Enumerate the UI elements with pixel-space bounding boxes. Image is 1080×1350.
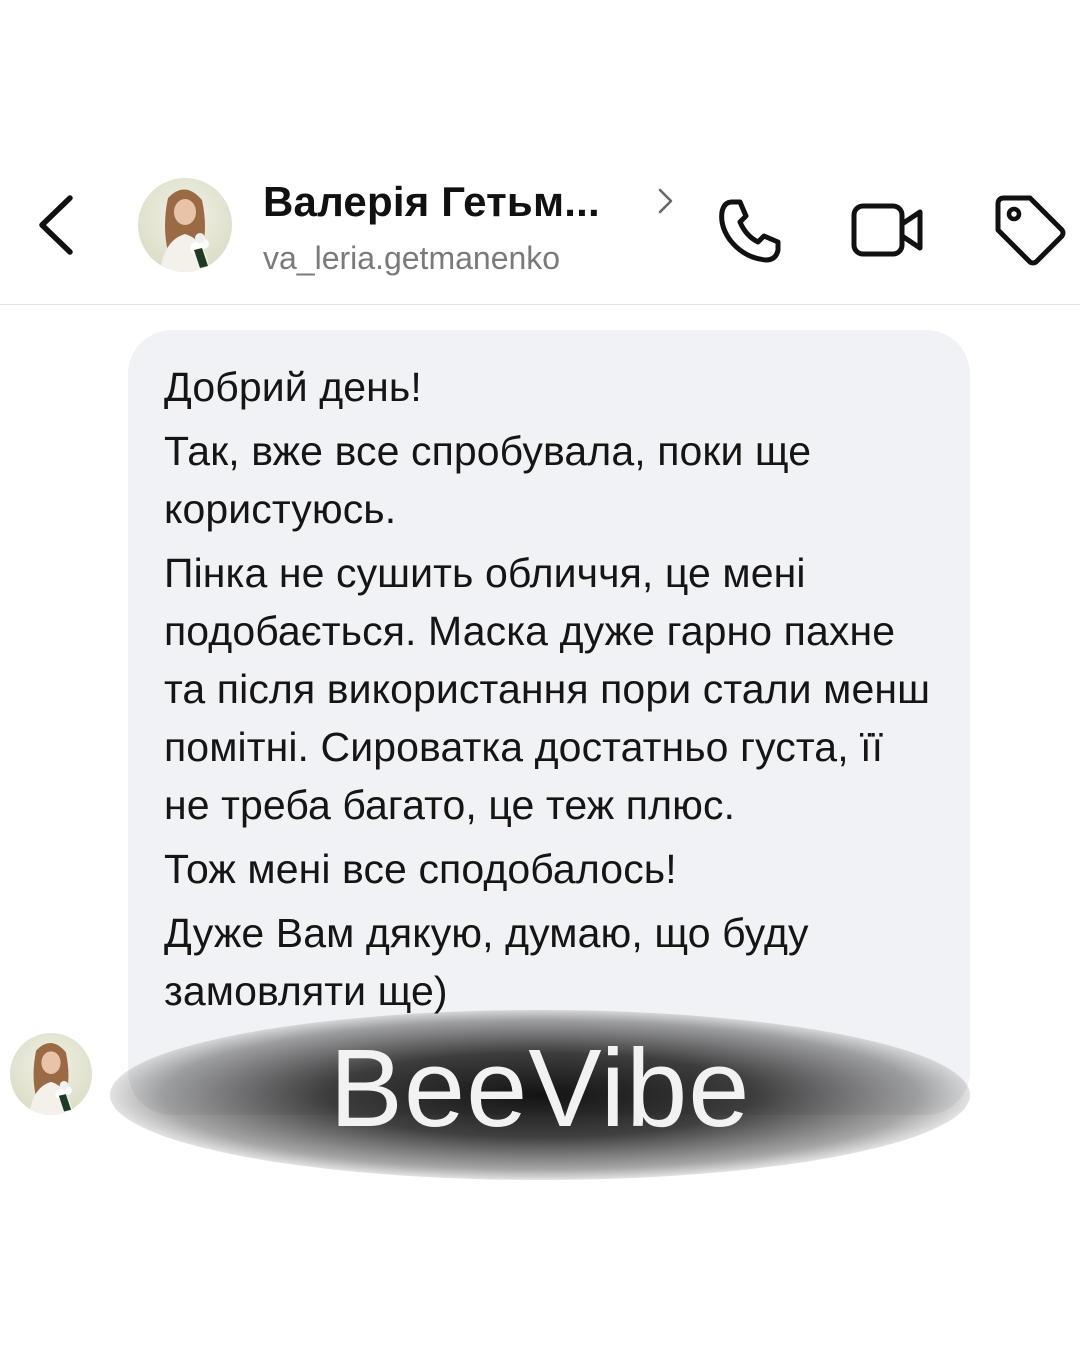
message-paragraph: Тож мені все сподобалось! [164, 846, 677, 892]
message-paragraph: Пінка не сушить обличчя, це мені подобає… [164, 550, 931, 828]
tag-icon [995, 195, 1066, 266]
message-paragraph: Дуже Вам дякую, думаю, що буду замовляти… [164, 910, 809, 1014]
contact-username: va_leria.getmanenko [263, 240, 561, 276]
contact-title[interactable]: Валерія Гетьм... va_leria.getmanenko [263, 178, 703, 278]
chat-header: Валерія Гетьм... va_leria.getmanenko [0, 150, 1080, 305]
video-call-button[interactable] [848, 190, 928, 270]
contact-name: Валерія Гетьм... [263, 178, 600, 225]
message-paragraph: Так, вже все спробувала, поки ще користу… [164, 428, 812, 532]
chevron-left-icon [39, 195, 73, 255]
sender-avatar[interactable] [10, 1033, 92, 1115]
chevron-right-icon [658, 188, 673, 214]
message-bubble[interactable]: Добрий день! Так, вже все спробувала, по… [128, 330, 970, 1115]
phone-icon [719, 199, 781, 263]
tag-button[interactable] [990, 190, 1070, 270]
video-camera-icon [851, 203, 923, 257]
contact-avatar[interactable] [138, 178, 232, 272]
message-paragraph: Добрий день! [164, 364, 422, 410]
call-button[interactable] [710, 190, 790, 270]
back-button[interactable] [30, 190, 86, 260]
chat-screen: Валерія Гетьм... va_leria.getmanenko Доб… [0, 0, 1080, 1350]
